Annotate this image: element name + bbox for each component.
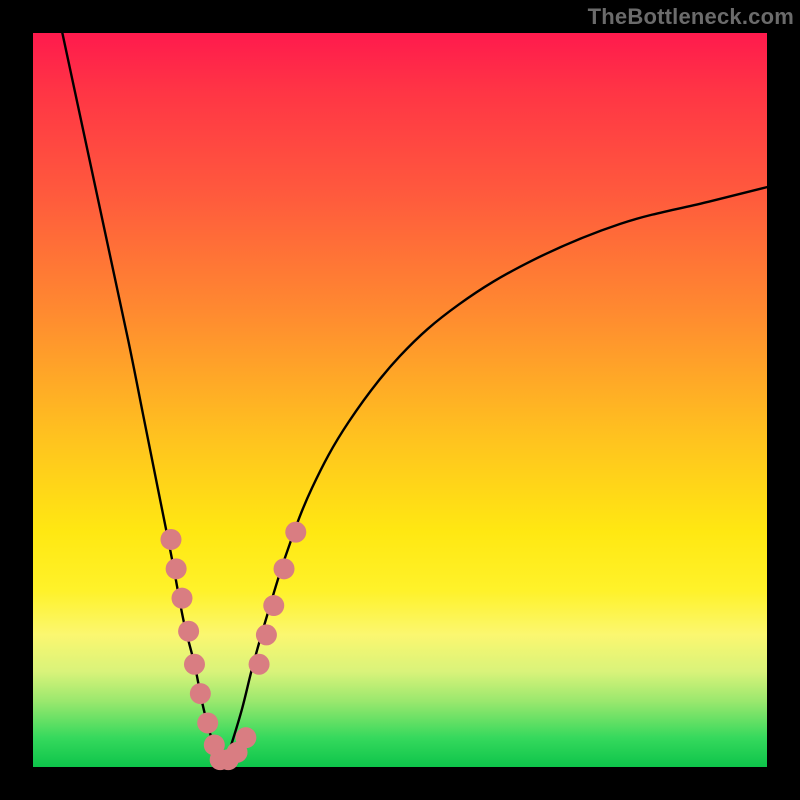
chart-svg [33, 33, 767, 767]
curve-right-curve [224, 187, 767, 767]
marker-layer [160, 522, 306, 771]
data-marker [166, 558, 187, 579]
curve-layer [62, 33, 767, 767]
data-marker [178, 621, 199, 642]
data-marker [197, 712, 218, 733]
data-marker [256, 624, 277, 645]
data-marker [263, 595, 284, 616]
data-marker [184, 654, 205, 675]
data-marker [274, 558, 295, 579]
data-marker [285, 522, 306, 543]
watermark-text: TheBottleneck.com [588, 4, 794, 30]
chart-plot-area [33, 33, 767, 767]
data-marker [249, 654, 270, 675]
chart-canvas: TheBottleneck.com [0, 0, 800, 800]
data-marker [190, 683, 211, 704]
data-marker [160, 529, 181, 550]
data-marker [235, 727, 256, 748]
data-marker [172, 588, 193, 609]
